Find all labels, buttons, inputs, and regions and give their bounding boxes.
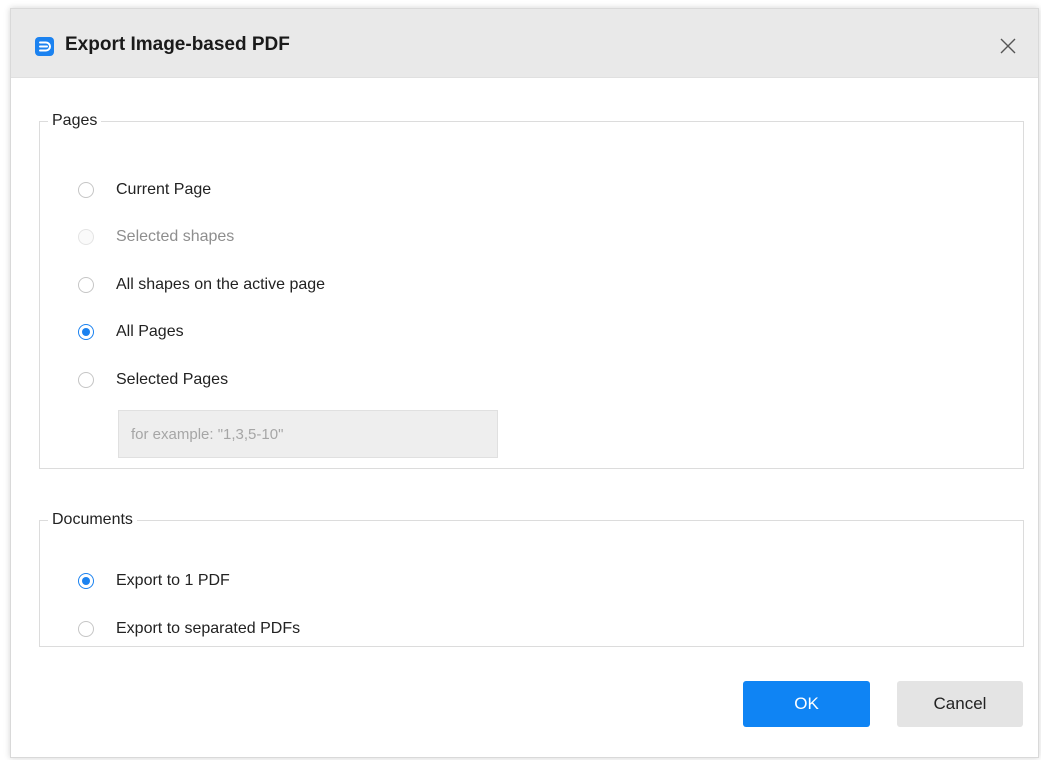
pages-group-legend: Pages [52,112,98,129]
radio-export-one-pdf[interactable]: Export to 1 PDF [78,569,230,593]
edraw-logo-icon [35,37,54,56]
radio-button[interactable] [78,277,94,293]
radio-export-separated-pdfs[interactable]: Export to separated PDFs [78,617,300,641]
close-icon [1000,38,1016,54]
radio-selected-shapes: Selected shapes [78,225,234,249]
radio-label: Selected Pages [116,371,229,388]
radio-button [78,229,94,245]
radio-label: Export to 1 PDF [116,572,230,589]
export-image-pdf-dialog: Export Image-based PDF Pages Current Pag… [10,8,1039,758]
ok-button[interactable]: OK [743,681,870,727]
radio-label: All shapes on the active page [116,276,326,293]
radio-all-pages[interactable]: All Pages [78,320,184,344]
radio-selected-pages[interactable]: Selected Pages [78,368,228,392]
radio-button[interactable] [78,324,94,340]
documents-group-legend: Documents [52,511,133,528]
radio-button[interactable] [78,573,94,589]
radio-label: Current Page [116,181,212,198]
radio-current-page[interactable]: Current Page [78,178,211,202]
dialog-title: Export Image-based PDF [65,34,290,55]
radio-label: Export to separated PDFs [116,620,301,637]
documents-group: Documents Export to 1 PDF Export to sepa… [39,511,1024,647]
radio-label: Selected shapes [116,228,235,245]
radio-button[interactable] [78,372,94,388]
close-button[interactable] [993,31,1023,61]
radio-button[interactable] [78,182,94,198]
radio-button[interactable] [78,621,94,637]
radio-label: All Pages [116,323,184,340]
cancel-button[interactable]: Cancel [897,681,1023,727]
dialog-titlebar: Export Image-based PDF [11,9,1038,78]
page-range-input[interactable] [118,410,498,458]
radio-all-shapes-active-page[interactable]: All shapes on the active page [78,273,325,297]
pages-group: Pages Current Page Selected shapes All s… [39,112,1024,469]
